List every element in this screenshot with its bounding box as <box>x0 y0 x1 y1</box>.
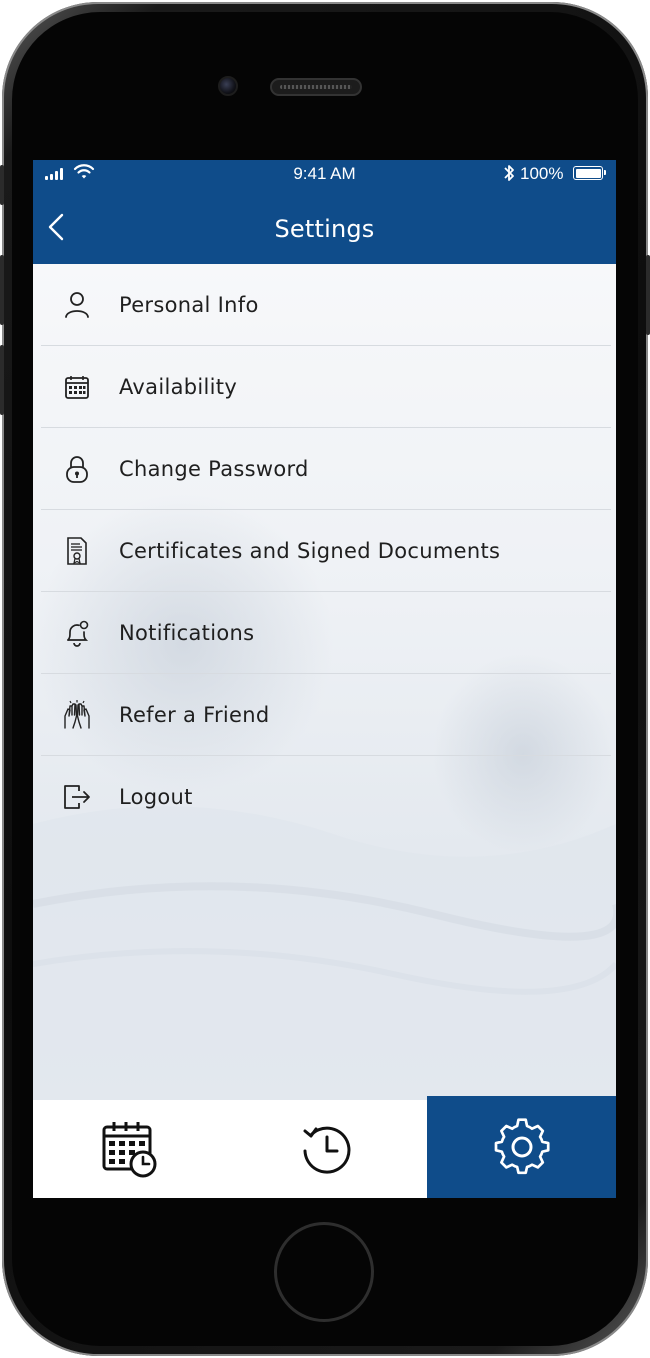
menu-item-refer-a-friend[interactable]: Refer a Friend <box>41 674 611 756</box>
lock-icon <box>61 453 93 485</box>
bluetooth-icon <box>504 165 514 181</box>
gear-icon <box>494 1118 550 1175</box>
tab-history[interactable] <box>227 1100 427 1198</box>
tab-bar <box>33 1096 616 1198</box>
menu-label: Availability <box>119 374 238 399</box>
settings-content: Personal Info Availability Change Passwo… <box>33 264 616 1100</box>
nav-bar: Settings <box>33 188 616 264</box>
logout-icon <box>61 781 93 813</box>
menu-label: Certificates and Signed Documents <box>119 538 501 563</box>
tab-settings[interactable] <box>427 1096 616 1198</box>
menu-item-change-password[interactable]: Change Password <box>41 428 611 510</box>
calendar-clock-icon <box>102 1122 157 1178</box>
menu-label: Change Password <box>119 456 309 481</box>
menu-item-personal-info[interactable]: Personal Info <box>41 264 611 346</box>
status-bar: 9:41 AM 100% <box>33 160 616 188</box>
menu-item-notifications[interactable]: Notifications <box>41 592 611 674</box>
front-camera <box>218 76 238 96</box>
bell-icon <box>61 617 93 649</box>
tab-schedule[interactable] <box>33 1100 227 1198</box>
menu-label: Notifications <box>119 620 255 645</box>
menu-label: Refer a Friend <box>119 702 270 727</box>
settings-menu: Personal Info Availability Change Passwo… <box>41 264 611 838</box>
menu-item-certificates[interactable]: Certificates and Signed Documents <box>41 510 611 592</box>
app-screen: 9:41 AM 100% Settings Personal Info Avai… <box>33 160 616 1198</box>
user-icon <box>61 289 93 321</box>
menu-label: Logout <box>119 785 193 809</box>
menu-item-logout[interactable]: Logout <box>41 756 611 838</box>
power-button <box>646 255 650 335</box>
calendar-icon <box>61 371 93 403</box>
home-button[interactable] <box>274 1222 374 1322</box>
battery-percent: 100% <box>520 164 564 183</box>
earpiece-speaker <box>270 78 362 96</box>
hands-icon <box>61 699 93 731</box>
history-icon <box>303 1126 351 1174</box>
volume-up-button <box>0 255 4 325</box>
volume-down-button <box>0 345 4 415</box>
mute-switch <box>0 165 4 205</box>
battery-icon <box>573 166 606 180</box>
menu-label: Personal Info <box>119 292 259 317</box>
certificate-icon <box>61 535 93 567</box>
battery-level <box>575 168 601 178</box>
menu-item-availability[interactable]: Availability <box>41 346 611 428</box>
page-title: Settings <box>274 215 375 243</box>
